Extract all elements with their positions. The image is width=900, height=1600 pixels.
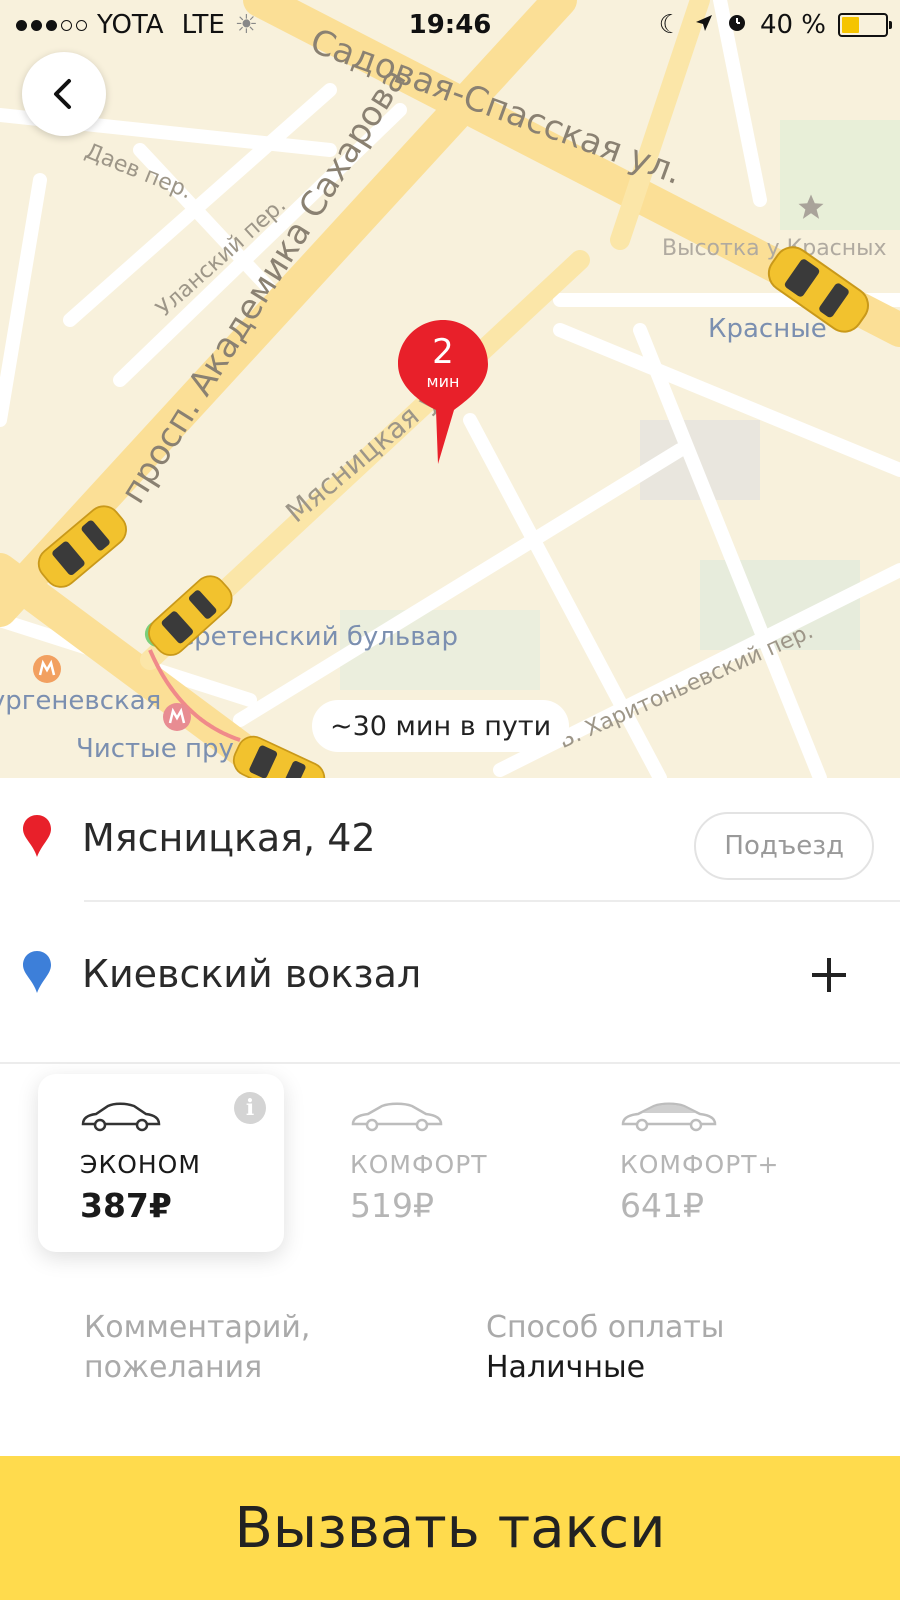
- map[interactable]: Садовая-Спасская ул. просп. Академика Са…: [0, 0, 900, 778]
- pin-eta-number: 2: [432, 332, 454, 372]
- tariff-name: КОМФОРТ+: [620, 1150, 780, 1179]
- pickup-address: Мясницкая, 42: [82, 816, 376, 860]
- destination-address: Киевский вокзал: [82, 952, 422, 996]
- comment-label-line2: пожелания: [84, 1350, 263, 1385]
- info-icon[interactable]: i: [234, 1092, 266, 1124]
- order-panel: Мясницкая, 42 Подъезд Киевский вокзал ЭК…: [0, 778, 900, 1600]
- location-arrow-icon: [694, 10, 714, 40]
- tariff-price: 641₽: [620, 1186, 704, 1225]
- pickup-address-row[interactable]: Мясницкая, 42 Подъезд: [0, 778, 900, 898]
- battery-percent: 40 %: [759, 10, 826, 40]
- map-label-chistye: Чистые пру: [76, 734, 234, 764]
- comment-label-line1: Комментарий,: [84, 1310, 311, 1345]
- pickup-point-icon: [22, 814, 52, 863]
- tariff-name: КОМФОРТ: [350, 1150, 488, 1179]
- status-bar: YOTA LTE ☀ 19:46 ☾ 40 %: [0, 0, 900, 50]
- tariff-name: ЭКОНОМ: [80, 1150, 201, 1179]
- car-icon: [80, 1100, 162, 1137]
- tariff-comfort[interactable]: КОМФОРТ 519₽: [308, 1074, 554, 1252]
- chevron-left-icon: [54, 79, 71, 109]
- call-taxi-button[interactable]: Вызвать такси: [0, 1456, 900, 1600]
- tariff-price: 519₽: [350, 1186, 434, 1225]
- plus-icon: [812, 958, 846, 992]
- car-icon: [620, 1100, 718, 1137]
- tariff-price: 387₽: [80, 1186, 172, 1225]
- payment-method-value: Наличные: [486, 1350, 646, 1385]
- payment-method-label: Способ оплаты: [486, 1310, 725, 1345]
- back-button[interactable]: [22, 52, 106, 136]
- destination-point-icon: [22, 950, 52, 999]
- divider: [84, 900, 900, 902]
- entrance-button[interactable]: Подъезд: [694, 812, 874, 880]
- star-icon: [796, 192, 826, 227]
- pickup-pin[interactable]: 2 мин: [398, 318, 488, 466]
- map-label-turgenevskaya: Тургеневская: [0, 686, 162, 716]
- add-stop-button[interactable]: [806, 952, 852, 998]
- payment-method-field[interactable]: Способ оплаты Наличные: [486, 1308, 866, 1388]
- metro-icon: [32, 654, 62, 689]
- comment-field[interactable]: Комментарий, пожелания: [84, 1308, 424, 1388]
- moon-icon: ☾: [658, 10, 682, 40]
- battery-icon: [838, 13, 892, 37]
- divider: [0, 1062, 900, 1064]
- metro-icon: [162, 702, 192, 737]
- pin-eta-unit: мин: [426, 372, 460, 391]
- tariff-selector: ЭКОНОМ 387₽ i КОМФОРТ 519₽ КОМФОРТ+ 641₽: [0, 1074, 900, 1264]
- tariff-econom[interactable]: ЭКОНОМ 387₽ i: [38, 1074, 284, 1252]
- tariff-comfort-plus[interactable]: КОМФОРТ+ 641₽: [578, 1074, 824, 1252]
- travel-time-badge: ~30 мин в пути: [312, 700, 570, 752]
- destination-address-row[interactable]: Киевский вокзал: [0, 914, 900, 1034]
- alarm-icon: [726, 10, 748, 40]
- car-icon: [350, 1100, 444, 1137]
